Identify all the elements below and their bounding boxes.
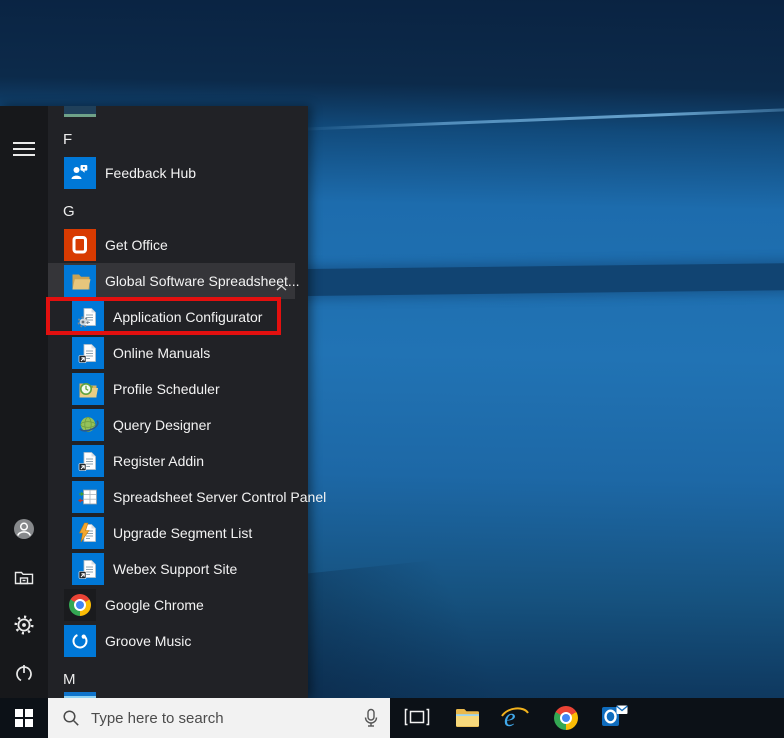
start-menu-app-list: F Feedback Hub G Get Office Global Software … bbox=[48, 106, 326, 698]
search-icon bbox=[61, 708, 81, 728]
chrome-taskbar-button[interactable] bbox=[549, 698, 583, 738]
start-menu-item-feedback-hub[interactable]: Feedback Hub bbox=[48, 155, 295, 191]
windows-start-icon bbox=[15, 709, 33, 727]
start-menu-item-groove-music[interactable]: Groove Music bbox=[48, 623, 295, 659]
outlook-button[interactable] bbox=[597, 698, 631, 738]
app-label: Online Manuals bbox=[113, 345, 211, 361]
section-header-g[interactable]: G bbox=[48, 197, 295, 227]
start-menu-item-spreadsheet-server-control-panel[interactable]: Spreadsheet Server Control Panel bbox=[48, 479, 326, 515]
task-view-icon bbox=[404, 706, 430, 731]
file-explorer-button[interactable] bbox=[450, 698, 484, 738]
start-menu-item-global-software-spreadsheet[interactable]: Global Software Spreadsheet... bbox=[48, 263, 300, 299]
app-label: Webex Support Site bbox=[113, 561, 238, 577]
power-icon bbox=[13, 662, 35, 687]
app-label: Query Designer bbox=[113, 417, 212, 433]
hamburger-menu-icon bbox=[13, 142, 35, 156]
app-label: Register Addin bbox=[113, 453, 205, 469]
internet-explorer-icon: e bbox=[500, 703, 530, 734]
document-shortcut-icon bbox=[72, 445, 104, 477]
svg-text:e: e bbox=[504, 703, 516, 731]
spreadsheet-grid-icon bbox=[72, 481, 104, 513]
section-letter: G bbox=[63, 203, 75, 220]
taskbar: Type here to search e bbox=[0, 698, 784, 738]
documents-icon bbox=[13, 566, 35, 591]
document-shortcut-icon bbox=[72, 337, 104, 369]
section-letter: F bbox=[63, 131, 73, 148]
start-menu-item-google-chrome[interactable]: Google Chrome bbox=[48, 587, 295, 623]
app-label: Spreadsheet Server Control Panel bbox=[113, 489, 327, 505]
file-explorer-icon bbox=[454, 705, 481, 732]
start-menu: F Feedback Hub G Get Office Global Software … bbox=[0, 106, 326, 698]
settings-button[interactable] bbox=[10, 612, 38, 640]
microphone-icon[interactable] bbox=[361, 707, 381, 729]
section-letter: M bbox=[63, 671, 76, 688]
document-shortcut-icon bbox=[72, 553, 104, 585]
chrome-icon bbox=[64, 589, 96, 621]
start-button[interactable] bbox=[7, 698, 41, 738]
chrome-icon bbox=[554, 706, 578, 730]
taskbar-search[interactable]: Type here to search bbox=[48, 698, 390, 738]
start-menu-rail bbox=[0, 106, 48, 698]
folder-clock-icon bbox=[72, 373, 104, 405]
start-menu-item-get-office[interactable]: Get Office bbox=[48, 227, 295, 263]
get-office-icon bbox=[64, 229, 96, 261]
expand-menu-button[interactable] bbox=[10, 135, 38, 163]
folder-icon bbox=[64, 265, 96, 297]
start-menu-item-online-manuals[interactable]: Online Manuals bbox=[48, 335, 295, 371]
user-account-button[interactable] bbox=[10, 516, 38, 544]
search-placeholder: Type here to search bbox=[91, 709, 224, 727]
start-menu-item-register-addin[interactable]: Register Addin bbox=[48, 443, 295, 479]
documents-button[interactable] bbox=[10, 564, 38, 592]
start-menu-item-query-designer[interactable]: Query Designer bbox=[48, 407, 295, 443]
globe-icon bbox=[72, 409, 104, 441]
power-button[interactable] bbox=[10, 660, 38, 688]
app-label: Application Configurator bbox=[113, 309, 263, 325]
document-gear-icon bbox=[72, 301, 104, 333]
app-label: Global Software Spreadsheet... bbox=[105, 273, 300, 289]
app-label: Profile Scheduler bbox=[113, 381, 220, 397]
section-header-m[interactable]: M bbox=[48, 665, 295, 695]
chevron-up-icon bbox=[276, 278, 287, 296]
partial-tile-top bbox=[64, 106, 96, 117]
groove-icon bbox=[64, 625, 96, 657]
feedback-hub-icon bbox=[64, 157, 96, 189]
app-label: Upgrade Segment List bbox=[113, 525, 253, 541]
document-bolt-icon bbox=[72, 517, 104, 549]
app-label: Google Chrome bbox=[105, 597, 204, 613]
task-view-button[interactable] bbox=[400, 698, 434, 738]
start-menu-item-application-configurator[interactable]: Application Configurator bbox=[48, 299, 295, 335]
internet-explorer-button[interactable]: e bbox=[498, 698, 532, 738]
start-menu-item-webex-support-site[interactable]: Webex Support Site bbox=[48, 551, 295, 587]
section-header-f[interactable]: F bbox=[48, 125, 295, 155]
start-menu-item-profile-scheduler[interactable]: Profile Scheduler bbox=[48, 371, 295, 407]
app-label: Groove Music bbox=[105, 633, 192, 649]
user-avatar-icon bbox=[13, 518, 35, 543]
start-menu-item-upgrade-segment-list[interactable]: Upgrade Segment List bbox=[48, 515, 295, 551]
desktop: F Feedback Hub G Get Office Global Software … bbox=[0, 0, 784, 738]
settings-gear-icon bbox=[13, 614, 35, 639]
outlook-icon bbox=[600, 703, 629, 733]
app-label: Feedback Hub bbox=[105, 165, 197, 181]
app-label: Get Office bbox=[105, 237, 168, 253]
